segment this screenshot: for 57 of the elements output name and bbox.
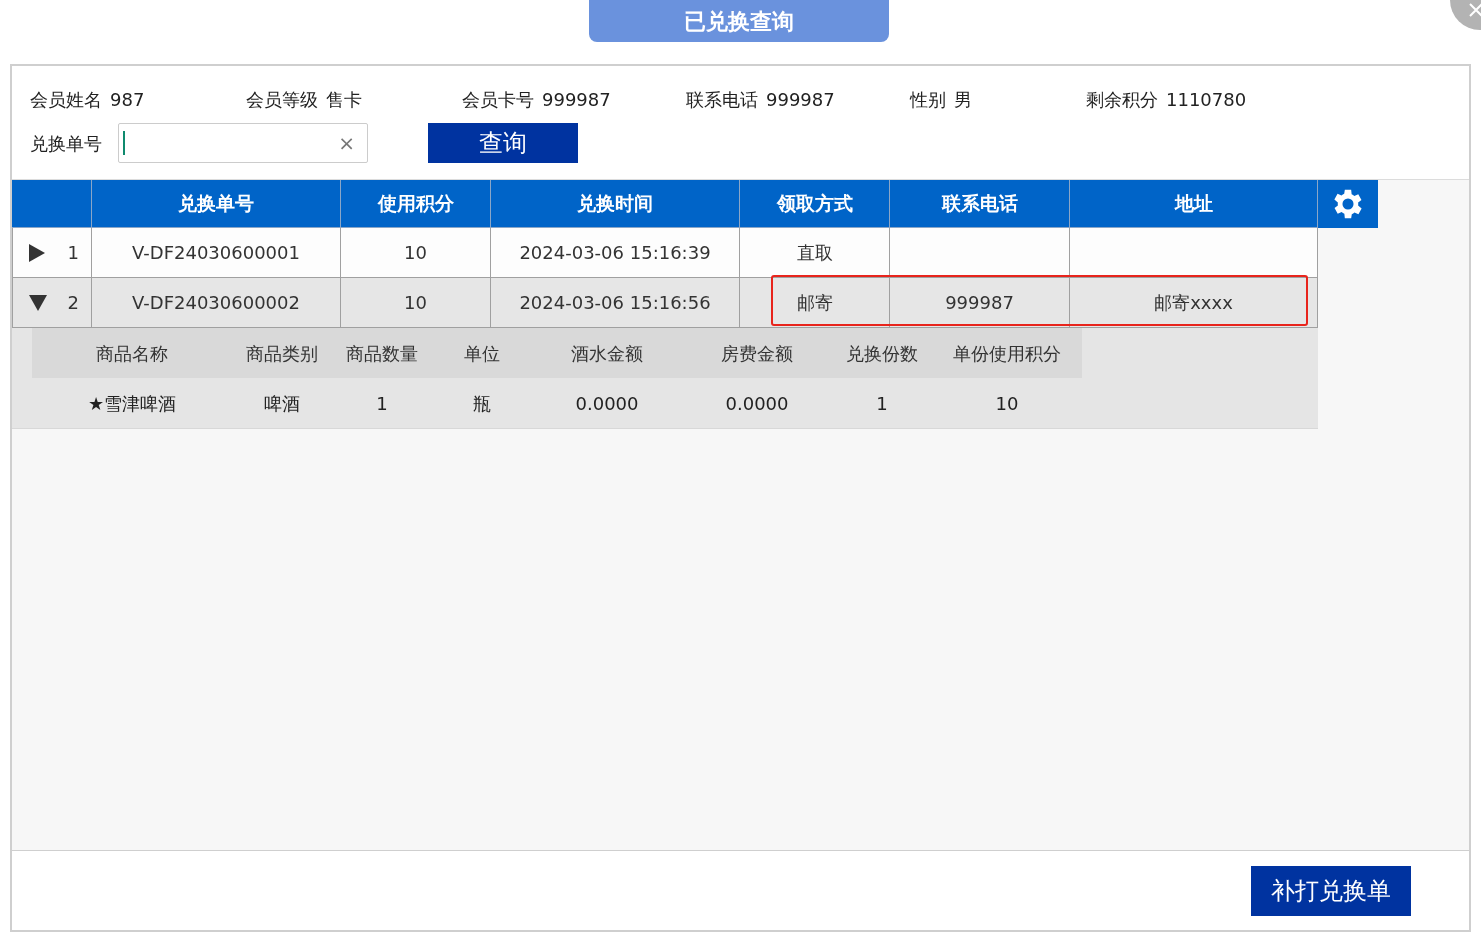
column-header: 领取方式	[740, 180, 890, 228]
row-number: 1	[67, 241, 79, 265]
field-label: 会员姓名	[30, 87, 102, 112]
field-label: 性别	[910, 87, 946, 112]
table-cell: V-DF24030600002	[92, 278, 341, 328]
table-cell: 999987	[890, 278, 1070, 328]
table-cell: 邮寄	[740, 278, 890, 328]
table-cell: 2024-03-06 15:16:56	[491, 278, 740, 328]
field-value: 999987	[766, 87, 835, 112]
detail-column-header: 商品名称	[95, 341, 169, 366]
detail-cell-text: 1	[375, 391, 389, 416]
field-label: 会员等级	[246, 87, 318, 112]
detail-cell-text: 啤酒	[263, 391, 301, 416]
table-row[interactable]: 1 V-DF24030600001 10 2024-03-06 15:16:39 直取	[12, 228, 1469, 278]
field-value: 1110780	[1166, 87, 1247, 112]
field-label: 联系电话	[686, 87, 758, 112]
expanded-triangle-icon[interactable]	[29, 294, 47, 311]
table-cell: 邮寄xxxx	[1070, 278, 1318, 328]
detail-column-header: 房费金额	[720, 341, 794, 366]
column-header: 使用积分	[341, 180, 491, 228]
column-header: 地址	[1070, 180, 1318, 228]
field-label: 兑换单号	[30, 131, 103, 156]
detail-cell-text: 10	[994, 391, 1020, 416]
table-cell: 直取	[740, 228, 890, 278]
table-cell: 10	[341, 278, 491, 328]
reprint-button[interactable]: 补打兑换单	[1251, 865, 1411, 916]
detail-column-header: 商品数量	[345, 341, 419, 366]
collapsed-triangle-icon[interactable]	[29, 243, 45, 262]
clear-button[interactable]: ×	[338, 128, 355, 158]
table-cell: 10	[341, 228, 491, 278]
query-button[interactable]: 查询	[428, 123, 578, 163]
field-value: 999987	[542, 87, 611, 112]
field-label: 剩余积分	[1086, 87, 1158, 112]
column-header: 兑换时间	[491, 180, 740, 228]
detail-column-header: 兑换份数	[845, 341, 919, 366]
field-value: 987	[110, 87, 145, 112]
detail-cell-text: 1	[875, 391, 889, 416]
detail-column-header: 酒水金额	[570, 341, 644, 366]
row-number: 2	[67, 291, 79, 315]
close-icon	[1468, 2, 1481, 18]
detail-column-header: 单份使用积分	[952, 341, 1062, 366]
table-cell: V-DF24030600001	[92, 228, 341, 278]
detail-column-header: 商品类别	[245, 341, 319, 366]
table-cell: 2024-03-06 15:16:39	[491, 228, 740, 278]
field-value: 售卡	[326, 87, 362, 112]
detail-cell-text: ★雪津啤酒	[86, 391, 178, 416]
settings-button[interactable]	[1318, 180, 1378, 228]
column-header: 兑换单号	[92, 180, 341, 228]
detail-cell-text: 瓶	[472, 391, 492, 416]
detail-column-header: 单位	[463, 341, 501, 366]
detail-cell-text: 0.0000	[574, 391, 640, 416]
table-row[interactable]: 2 V-DF24030600002 10 2024-03-06 15:16:56 邮寄 999987 邮寄xxxx	[12, 278, 1469, 328]
column-header: 联系电话	[890, 180, 1070, 228]
order-number-field[interactable]: ×	[118, 123, 368, 163]
field-value: 男	[954, 87, 972, 112]
detail-cell-text: 0.0000	[724, 391, 790, 416]
field-label: 会员卡号	[462, 87, 534, 112]
